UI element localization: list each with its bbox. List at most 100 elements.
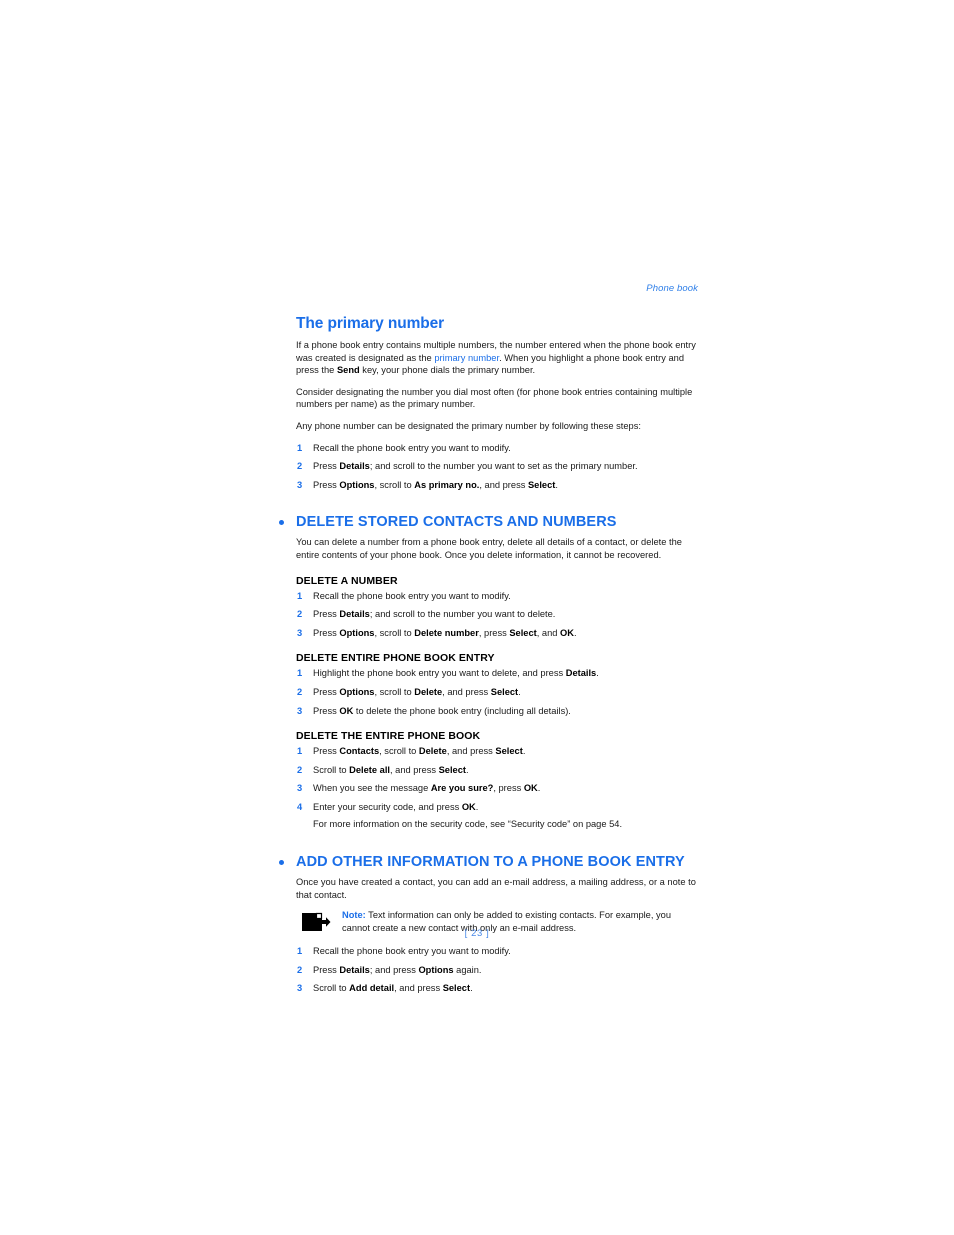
text-run: Press <box>313 964 340 975</box>
text-run: Press <box>313 609 340 620</box>
page-number: [ 23 ] <box>464 928 490 939</box>
list-item: 4 Enter your security code, and press OK. <box>296 801 698 814</box>
list-item: 2 Press Options, scroll to Delete, and pr… <box>296 686 698 699</box>
text-bold: Options <box>339 479 375 490</box>
text-bold: Select <box>527 479 556 490</box>
heading-delete-stored-contacts-and-numbers: DELETE STORED CONTACTS AND NUMBERS <box>296 514 617 531</box>
step-number: 2 <box>297 964 303 975</box>
list-item: 1 Recall the phone book entry you want to… <box>296 945 698 958</box>
heading-add-other-information: ADD OTHER INFORMATION TO A PHONE BOOK EN… <box>296 854 685 871</box>
text-run: Scroll to <box>313 764 350 775</box>
steps-list-delete-entire-phone-book: 1 Press Contacts, scroll to Delete, and p… <box>296 745 698 831</box>
text-run: When you see the message <box>313 783 431 794</box>
text-run: again. <box>453 964 482 975</box>
paragraph-delete-stored-intro: You can delete a number from a phone boo… <box>296 537 682 560</box>
text-bold: Details <box>565 668 597 679</box>
text-run: Recall the phone book entry you want to … <box>313 442 511 453</box>
subheading-delete-the-entire-phone-book: DELETE THE ENTIRE PHONE BOOK <box>296 730 481 743</box>
text-run: . <box>522 746 526 757</box>
text-run: , and <box>536 627 561 638</box>
text-bold: Options <box>339 627 375 638</box>
text-bold: Options <box>418 964 454 975</box>
step-number: 2 <box>297 609 303 620</box>
text-run: . <box>537 783 541 794</box>
text-run: Press <box>313 705 340 716</box>
section-heading-delete-stored: DELETE STORED CONTACTS AND NUMBERS <box>279 513 698 531</box>
paragraph-consider-designating: Consider designating the number you dial… <box>296 386 693 410</box>
section-heading-add-other-information: ADD OTHER INFORMATION TO A PHONE BOOK EN… <box>279 853 698 871</box>
paragraph-add-other-info-intro: Once you have created a contact, you can… <box>296 877 696 900</box>
list-item: 2 Press Details; and scroll to the number… <box>296 608 698 621</box>
text-run: . <box>555 479 558 490</box>
list-item: 1 Recall the phone book entry you want to… <box>296 442 698 455</box>
step-number: 2 <box>297 461 303 472</box>
text-run: , and press <box>390 764 439 775</box>
step-number: 3 <box>297 983 303 994</box>
step-number: 1 <box>297 590 303 601</box>
text-bold: Details <box>339 609 370 620</box>
text-run: key, your phone dials the primary number… <box>359 365 536 376</box>
text-bold: Details <box>339 964 370 975</box>
document-page: Phone book The primary number If a phone… <box>0 0 954 1235</box>
bullet-icon <box>279 520 284 526</box>
text-run: , scroll to <box>374 627 415 638</box>
list-item-footnote: For more information on the security cod… <box>296 818 698 831</box>
steps-list-delete-a-number: 1 Recall the phone book entry you want to… <box>296 590 698 640</box>
steps-list-delete-entire-entry: 1 Highlight the phone book entry you want… <box>296 667 698 717</box>
text-run: , scroll to <box>374 686 415 697</box>
text-run: Press <box>313 461 340 472</box>
text-run: Press <box>313 479 340 490</box>
note-label: Note: <box>342 910 366 921</box>
step-number: 3 <box>297 627 303 638</box>
text-bold: Add detail <box>349 983 395 994</box>
text-run: , and press <box>394 983 443 994</box>
text-bold: Contacts <box>339 746 380 757</box>
text-bold: OK <box>339 705 354 716</box>
text-bold-send: Send <box>336 365 360 376</box>
list-item: 1 Recall the phone book entry you want to… <box>296 590 698 603</box>
heading-the-primary-number: The primary number <box>296 315 445 332</box>
text-run: Recall the phone book entry you want to … <box>313 590 511 601</box>
text-run: . <box>470 983 473 994</box>
list-item: 3 Press Options, scroll to As primary no.… <box>296 479 698 492</box>
text-run: Press <box>313 627 340 638</box>
step-number: 1 <box>297 442 303 453</box>
text-run: ; and press <box>369 964 419 975</box>
list-item: 3 Press OK to delete the phone book entry… <box>296 705 698 718</box>
text-bold: Select <box>490 686 519 697</box>
link-primary-number: primary number <box>434 352 500 363</box>
step-number: 3 <box>297 783 303 794</box>
text-run: . <box>465 764 469 775</box>
step-number: 1 <box>297 946 303 957</box>
text-run: . <box>518 686 521 697</box>
paragraph-any-phone-number: Any phone number can be designated the p… <box>296 420 641 431</box>
text-run: , and press <box>446 746 496 757</box>
text-run: , and press <box>479 479 528 490</box>
subheading-delete-entire-phone-book-entry: DELETE ENTIRE PHONE BOOK ENTRY <box>296 652 495 665</box>
list-item: 3 When you see the message Are you sure?,… <box>296 782 698 795</box>
list-item: 3 Scroll to Add detail, and press Select. <box>296 982 698 995</box>
list-item: 2 Press Details; and press Options again. <box>296 964 698 977</box>
text-bold: OK <box>560 627 574 638</box>
list-item: 3 Press Options, scroll to Delete number,… <box>296 627 698 640</box>
text-run: Press <box>313 746 340 757</box>
step-number: 1 <box>297 668 303 679</box>
list-item: 2 Press Details; and scroll to the number… <box>296 460 698 473</box>
text-run: , and press <box>442 686 491 697</box>
text-bold: Delete <box>418 746 447 757</box>
text-run: ; and scroll to the number you want to s… <box>369 461 638 472</box>
text-run: . <box>573 627 577 638</box>
text-bold: Delete <box>414 686 443 697</box>
list-item: 1 Press Contacts, scroll to Delete, and p… <box>296 745 698 758</box>
text-run: Recall the phone book entry you want to … <box>313 946 511 957</box>
text-bold: Select <box>438 764 466 775</box>
text-run: , scroll to <box>379 746 419 757</box>
text-run: ; and scroll to the number you want to d… <box>369 609 556 620</box>
text-run: , scroll to <box>374 479 415 490</box>
text-run: . <box>475 801 479 812</box>
steps-list-primary-number: 1 Recall the phone book entry you want to… <box>296 442 698 492</box>
step-number: 3 <box>297 479 303 490</box>
text-run: . <box>596 668 599 679</box>
text-bold: Are you sure? <box>430 783 494 794</box>
bullet-icon <box>279 860 284 866</box>
